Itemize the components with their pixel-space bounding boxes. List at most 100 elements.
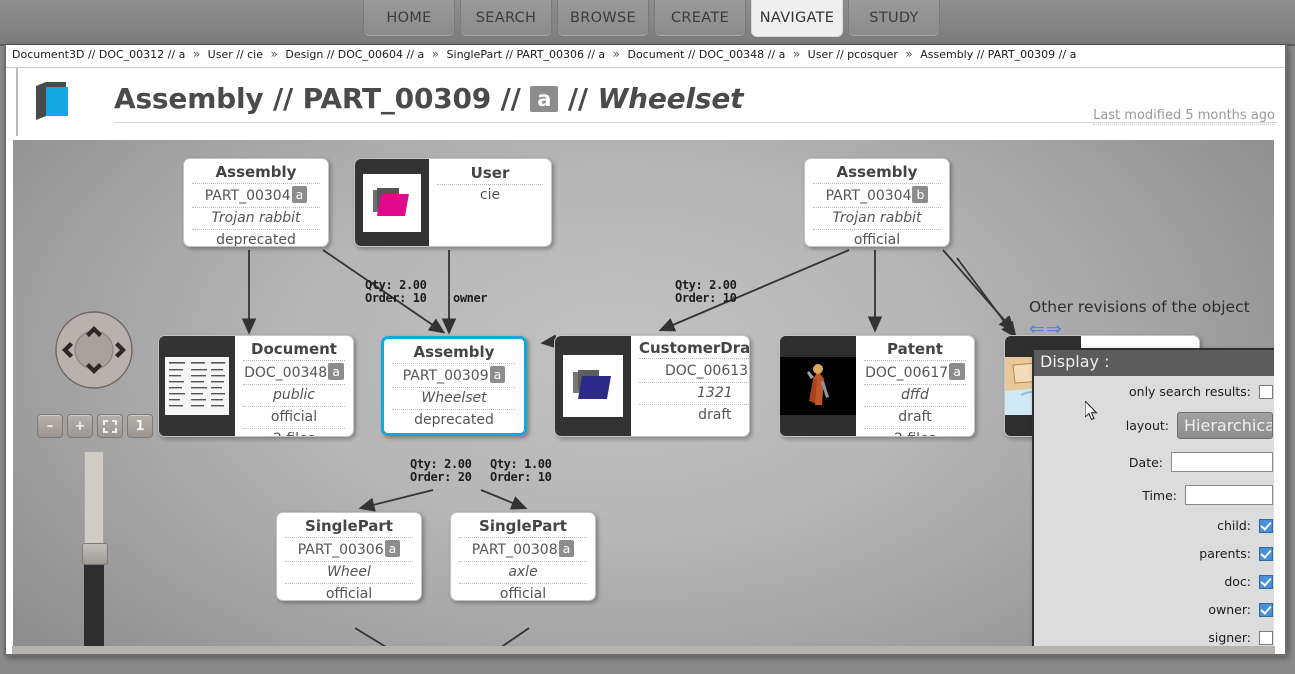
- row-time: Time:: [1042, 485, 1273, 505]
- reset-zoom-button[interactable]: 1: [127, 414, 153, 438]
- graph-node[interactable]: CustomerDrawing DOC_00613a 1321 draft: [554, 335, 750, 437]
- node-reference-text: PART_00304: [205, 188, 291, 204]
- signer-label: signer:: [1208, 630, 1251, 645]
- tab-create[interactable]: CREATE: [654, 0, 746, 37]
- doc-label: doc:: [1224, 574, 1251, 589]
- node-state: official: [243, 407, 345, 429]
- breadcrumb-separator-icon: »: [428, 47, 443, 61]
- node-reference-text: DOC_00613: [665, 363, 748, 379]
- tab-navigate-label: NAVIGATE: [760, 10, 834, 26]
- thumb-frame: [563, 355, 623, 417]
- time-input[interactable]: [1185, 485, 1273, 505]
- node-name: 1321: [639, 383, 750, 405]
- breadcrumb-item-1[interactable]: User // cie: [208, 48, 263, 61]
- breadcrumb-item-3[interactable]: SinglePart // PART_00306 // a: [447, 48, 606, 61]
- edge-label: Qty: 2.00 Order: 10: [365, 279, 426, 305]
- node-body: Assembly PART_00304a Trojan rabbit depre…: [184, 159, 328, 246]
- owner-checkbox[interactable]: [1259, 603, 1273, 617]
- edge-label: owner: [453, 292, 487, 305]
- node-state: draft: [864, 407, 966, 429]
- display-filter-panel: Display : only search results: layout: H…: [1032, 348, 1275, 649]
- tab-search-label: SEARCH: [476, 10, 536, 26]
- graph-node[interactable]: User cie: [354, 158, 552, 247]
- node-name: axle: [459, 562, 587, 584]
- graph-node[interactable]: SinglePart PART_00306a Wheel official: [276, 512, 422, 601]
- graph-node[interactable]: Patent DOC_00617a dffd draft 2 files: [779, 335, 975, 437]
- zoom-out-button[interactable]: –: [37, 414, 63, 438]
- zoom-slider-handle[interactable]: [82, 543, 108, 565]
- row-parents: parents:: [1042, 546, 1273, 561]
- node-name: Trojan rabbit: [192, 208, 320, 230]
- breadcrumb-item-4[interactable]: Document // DOC_00348 // a: [627, 48, 785, 61]
- pan-direction-pad[interactable]: [52, 310, 136, 390]
- node-reference-text: PART_00308: [472, 542, 558, 558]
- node-body: Assembly PART_00309a Wheelset deprecated: [384, 339, 524, 433]
- page-title-revision-badge: a: [530, 86, 558, 112]
- node-reference: PART_00306a: [285, 538, 413, 562]
- doc-checkbox[interactable]: [1259, 575, 1273, 589]
- reset-zoom-label: 1: [135, 419, 144, 434]
- node-name: Wheel: [285, 562, 413, 584]
- breadcrumb-item-2[interactable]: Design // DOC_00604 // a: [285, 48, 424, 61]
- breadcrumb-item-6[interactable]: Assembly // PART_00309 // a: [920, 48, 1076, 61]
- graph-node[interactable]: Assembly PART_00304b Trojan rabbit offic…: [804, 158, 950, 247]
- graph-canvas[interactable]: Assembly PART_00304a Trojan rabbit depre…: [13, 140, 1274, 648]
- signer-checkbox[interactable]: [1259, 631, 1273, 645]
- page-title-reference: PART_00309: [303, 82, 491, 115]
- zoom-slider-track-lower: [84, 561, 104, 649]
- tab-browse[interactable]: BROWSE: [557, 0, 649, 37]
- layout-select[interactable]: Hierarchical: [1177, 412, 1273, 439]
- node-type: Assembly: [192, 162, 320, 184]
- thumb-frame: [363, 174, 421, 232]
- node-state: deprecated: [392, 410, 516, 431]
- previous-revision-arrow-icon[interactable]: ⇐: [1029, 318, 1046, 340]
- node-revision-badge: a: [490, 366, 506, 383]
- node-type: Document: [243, 339, 345, 361]
- tab-home[interactable]: HOME: [363, 0, 455, 37]
- tab-study[interactable]: STUDY: [848, 0, 940, 37]
- node-name: Trojan rabbit: [813, 208, 941, 230]
- breadcrumb-separator-icon: »: [267, 47, 282, 61]
- node-reference-text: DOC_00617: [865, 365, 948, 381]
- graph-node[interactable]: Assembly PART_00304a Trojan rabbit depre…: [183, 158, 329, 247]
- page-title-sep: //: [568, 82, 588, 115]
- zoom-in-button[interactable]: +: [67, 414, 93, 438]
- other-revisions-label: Other revisions of the object: [1029, 298, 1275, 316]
- node-reference: DOC_00617a: [864, 361, 966, 385]
- graph-viewport[interactable]: Assembly PART_00304a Trojan rabbit depre…: [12, 139, 1275, 649]
- breadcrumb-item-5[interactable]: User // pcosquer: [808, 48, 898, 61]
- node-type: SinglePart: [459, 516, 587, 538]
- child-label: child:: [1217, 518, 1251, 533]
- row-only-search-results: only search results:: [1042, 384, 1273, 399]
- breadcrumb-separator-icon: »: [609, 47, 624, 61]
- node-reference-text: PART_00309: [403, 368, 489, 384]
- zoom-slider[interactable]: [84, 451, 104, 649]
- breadcrumb: Document3D // DOC_00312 // a » User // c…: [6, 45, 1285, 68]
- time-label: Time:: [1142, 488, 1177, 503]
- zoom-in-icon: +: [75, 419, 86, 434]
- node-body: SinglePart PART_00306a Wheel official: [277, 513, 421, 600]
- row-date: Date:: [1042, 452, 1273, 472]
- child-checkbox[interactable]: [1259, 519, 1273, 533]
- date-input[interactable]: [1171, 452, 1273, 472]
- only-search-results-checkbox[interactable]: [1259, 385, 1273, 399]
- tab-search[interactable]: SEARCH: [460, 0, 552, 37]
- graph-node[interactable]: Document DOC_00348a public official 2 fi…: [158, 335, 354, 437]
- object-header: Assembly // PART_00309 // a // Wheelset …: [16, 68, 1285, 136]
- parents-checkbox[interactable]: [1259, 547, 1273, 561]
- fit-to-screen-button[interactable]: [97, 414, 123, 438]
- display-panel-title: Display :: [1034, 350, 1275, 376]
- graph-node[interactable]: SinglePart PART_00308a axle official: [450, 512, 596, 601]
- other-revisions: Other revisions of the object ⇐⇒: [1029, 298, 1275, 340]
- node-revision-badge: b: [912, 186, 928, 203]
- next-revision-arrow-icon[interactable]: ⇒: [1046, 318, 1063, 340]
- node-revision-badge: a: [559, 540, 575, 557]
- window-status-strip: [12, 646, 1275, 654]
- node-thumbnail: [780, 336, 856, 436]
- breadcrumb-item-0[interactable]: Document3D // DOC_00312 // a: [12, 48, 185, 61]
- graph-node-selected[interactable]: Assembly PART_00309a Wheelset deprecated: [381, 336, 527, 436]
- node-reference-text: PART_00304: [826, 188, 912, 204]
- page-title-type: Assembly: [114, 82, 263, 115]
- tab-navigate[interactable]: NAVIGATE: [751, 0, 843, 37]
- page-title-sep: //: [501, 82, 521, 115]
